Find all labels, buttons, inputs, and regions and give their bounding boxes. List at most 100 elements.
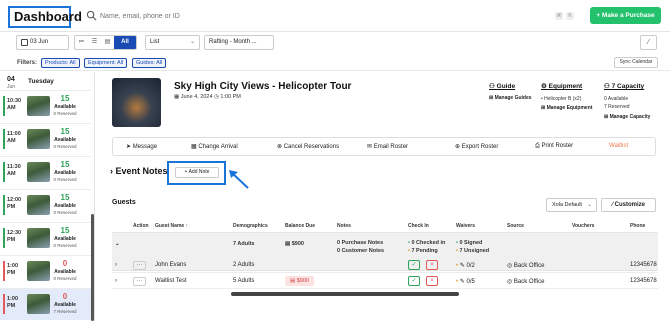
day-name: Tuesday <box>28 78 54 85</box>
email-roster-button[interactable]: ✉ Email Roster <box>367 143 408 150</box>
manage-equipment-link[interactable]: ⊞ Manage Equipment <box>541 105 592 111</box>
sidebar-time-slot[interactable]: 1:00 PM 0 Available 7 Reserved <box>0 288 91 320</box>
sidebar-time-slot[interactable]: 10:30 AM 15 Available 0 Reserved <box>0 90 91 122</box>
make-purchase-button[interactable]: + Make a Purchase <box>590 7 661 24</box>
view-compact-icon[interactable]: ☰ <box>88 36 101 49</box>
summary-purchase-notes: 0 Purchase Notes <box>337 240 384 246</box>
guide-heading[interactable]: ⚇ Guide <box>489 82 515 90</box>
row-actions-button[interactable]: ··· <box>133 277 146 286</box>
summary-pending: • 7 Pending <box>408 248 438 254</box>
slot-available-count: 15 <box>60 127 70 136</box>
manage-guides-label: Manage Guides <box>494 95 532 101</box>
slot-thumbnail <box>27 228 50 248</box>
summary-signed: • 0 Signed <box>456 240 482 246</box>
equipment-icon: ⚙ <box>541 83 549 90</box>
schedule-sidebar: 04 Jun Tuesday 10:30 AM 15 Available 0 Rese… <box>0 72 95 321</box>
slot-reserved-label: 0 Reserved <box>53 210 77 215</box>
sidebar-time-slot[interactable]: 12:30 PM 15 Available 0 Reserved <box>0 222 91 254</box>
view-all-button[interactable]: All <box>114 36 136 49</box>
view-grid-icon[interactable]: ▤ <box>101 36 114 49</box>
capacity-heading[interactable]: ⚇ 7 Capacity <box>604 82 644 90</box>
sidebar-time-slot[interactable]: 12:00 PM 15 Available 0 Reserved <box>0 189 91 221</box>
equipment-heading[interactable]: ⚙ Equipment <box>541 82 582 90</box>
list-select[interactable]: List ⌄ <box>145 35 200 50</box>
table-row[interactable]: › ··· John Evans 2 Adults ✓ × • ✎ 0/2 ◎ … <box>112 258 658 273</box>
capacity-heading-label: 7 Capacity <box>611 83 645 90</box>
slot-status-bar <box>3 162 5 182</box>
event-notes-heading[interactable]: › Event Notes <box>110 166 168 176</box>
column-header: Notes <box>337 223 351 229</box>
slot-available-count: 15 <box>60 193 70 202</box>
guest-name[interactable]: Waitlist Test <box>155 278 187 284</box>
summary-signed-value: 0 Signed <box>459 240 483 246</box>
print-roster-button[interactable]: ⎙ Print Roster <box>535 143 573 150</box>
slot-reserved-label: 0 Reserved <box>53 111 77 116</box>
row-actions-button[interactable]: ··· <box>133 261 146 270</box>
balance-due-badge[interactable]: ▤ $900 <box>285 276 314 286</box>
check-icon: ✓ <box>411 278 417 284</box>
search-input[interactable] <box>100 8 540 24</box>
table-row[interactable]: › ··· Waitlist Test 5 Adults ▤ $900 ✓ × … <box>112 274 658 289</box>
date-select[interactable]: 03 Jun <box>16 35 69 50</box>
guest-name[interactable]: John Evans <box>155 262 186 268</box>
customize-button[interactable]: ⁄ Customize <box>601 198 656 212</box>
manage-guides-link[interactable]: ⊞ Manage Guides <box>489 95 532 101</box>
guest-demographics: 2 Adults <box>233 262 255 268</box>
slot-available-label: Available <box>54 137 76 143</box>
sidebar-scrollbar[interactable] <box>91 214 94 321</box>
cancel-reservations-button[interactable]: ⊗ Cancel Reservations <box>277 143 339 150</box>
date-value: 03 Jun <box>30 39 49 45</box>
globe-icon: ◎ <box>507 279 514 285</box>
slot-reserved-label: 7 Reserved <box>53 309 77 314</box>
guest-waivers-value: 0/2 <box>466 263 475 269</box>
sync-calendar-button[interactable]: Sync Calendar <box>614 57 658 68</box>
slot-reserved-label: 0 Reserved <box>53 177 77 182</box>
guide-icon: ⚇ <box>489 83 497 90</box>
equipment-item-label: Helicopter B (x2) <box>544 96 582 102</box>
summary-unsigned-value: 7 Unsigned <box>459 248 490 254</box>
slot-time: 1:00 PM <box>7 296 19 309</box>
table-view-select[interactable]: Xola Default ⌄ <box>546 198 597 212</box>
change-arrival-button[interactable]: ▦ Change Arrival <box>191 143 238 150</box>
view-list-icon[interactable]: ≔ <box>75 36 88 49</box>
check-in-button[interactable]: ✓ <box>408 260 420 270</box>
chevron-right-icon[interactable]: › <box>115 278 117 284</box>
guest-demographics: 5 Adults <box>233 278 255 284</box>
column-header: Vouchers <box>572 223 595 229</box>
no-show-button[interactable]: × <box>426 276 438 286</box>
guest-source: ◎ Back Office <box>507 278 544 285</box>
chevron-down-icon: ⌄ <box>189 39 195 45</box>
event-image <box>112 78 161 127</box>
column-header: Source <box>507 223 524 229</box>
filter-guides-chip[interactable]: Guides: All <box>132 58 167 68</box>
filter-products-chip[interactable]: Products: All <box>41 58 80 68</box>
sidebar-time-slot[interactable]: 11:30 AM 15 Available 0 Reserved <box>0 156 91 188</box>
slot-status-bar <box>3 228 5 248</box>
table-horizontal-scrollbar[interactable] <box>231 292 459 296</box>
chevron-right-icon[interactable]: › <box>115 262 117 268</box>
equipment-item: • Helicopter B (x2) <box>541 96 582 102</box>
guest-phone: 12345678 <box>630 278 657 284</box>
add-note-button[interactable]: + Add Note <box>175 167 219 178</box>
message-button[interactable]: ➤ Message <box>126 143 157 150</box>
column-header: Check In <box>408 223 429 229</box>
send-icon: ➤ <box>126 144 133 150</box>
export-roster-button[interactable]: ⊕ Export Roster <box>455 143 498 150</box>
check-in-button[interactable]: ✓ <box>408 276 420 286</box>
sidebar-time-slot[interactable]: 1:00 PM 0 Available 0 Reserved <box>0 255 91 287</box>
customize-label: Customize <box>614 202 645 208</box>
event-title: Sky High City Views - Helicopter Tour <box>174 81 352 92</box>
magic-wand-button[interactable]: ⁄ <box>640 35 657 50</box>
tour-select-value: Rafting - Month ... <box>209 39 257 45</box>
sidebar-time-slot[interactable]: 11:00 AM 15 Available 0 Reserved <box>0 123 91 155</box>
column-header[interactable]: Guest Name ↑ <box>155 223 188 229</box>
no-show-button[interactable]: × <box>426 260 438 270</box>
tour-select[interactable]: Rafting - Month ... <box>204 35 274 50</box>
chevron-down-icon[interactable]: ⌄ <box>115 241 120 247</box>
waitlist-button[interactable]: Waitlist <box>609 143 628 149</box>
cancel-reservations-label: Cancel Reservations <box>283 144 340 150</box>
slot-thumbnail <box>27 294 50 314</box>
manage-capacity-link[interactable]: ⊞ Manage Capacity <box>604 114 650 120</box>
slot-thumbnail <box>27 162 50 182</box>
filter-equipment-chip[interactable]: Equipment: All <box>84 58 128 68</box>
